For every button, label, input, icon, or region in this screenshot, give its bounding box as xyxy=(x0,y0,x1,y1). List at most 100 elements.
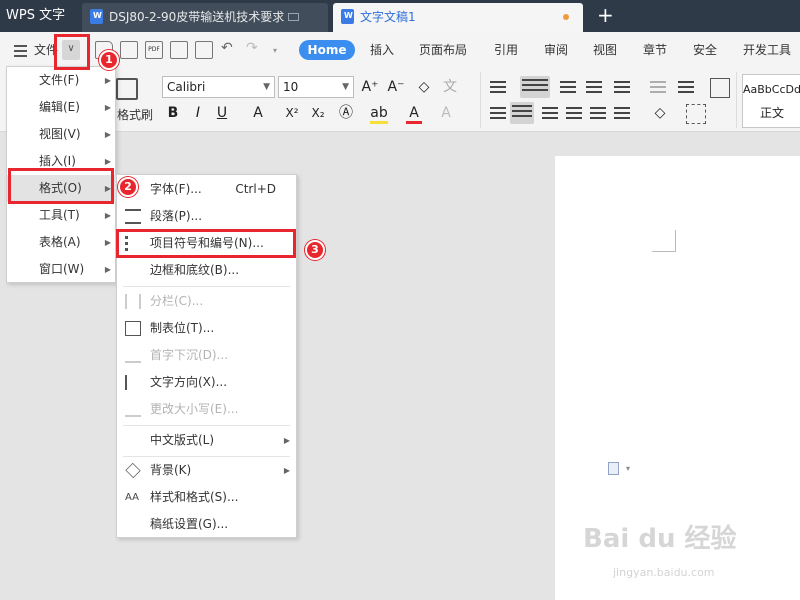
menu-item-text-direction[interactable]: 文字方向(X)... xyxy=(117,369,296,396)
tab-home[interactable]: Home xyxy=(299,40,355,60)
bold-button[interactable]: B xyxy=(165,102,181,124)
submenu-arrow-icon: ▶ xyxy=(104,211,111,220)
table-borders-button[interactable] xyxy=(686,104,706,124)
shading-fill-icon[interactable]: ◇ xyxy=(650,102,670,124)
margin-corner-mark xyxy=(652,230,676,252)
style-normal-preview[interactable]: AaBbCcDd 正文 xyxy=(742,74,800,128)
format-painter-icon[interactable] xyxy=(116,78,138,100)
tab-view[interactable]: 视图 xyxy=(593,32,617,68)
tab-insert[interactable]: 插入 xyxy=(370,32,394,68)
format-painter-label[interactable]: 格式刷 xyxy=(117,106,153,123)
font-name-select[interactable]: Calibri ▼ xyxy=(162,76,275,98)
sort-button[interactable] xyxy=(648,78,668,98)
clear-format-icon[interactable]: ◇ xyxy=(414,76,434,98)
tab-page-layout[interactable]: 页面布局 xyxy=(419,32,467,68)
menu-item-columns[interactable]: 分栏(C)... xyxy=(117,288,296,315)
menu-separator xyxy=(123,425,290,426)
menu-item-label: 表格(A) xyxy=(39,235,81,249)
chevron-down-icon[interactable]: ▾ xyxy=(626,464,630,473)
menu-item-view[interactable]: 视图(V) ▶ xyxy=(7,121,117,148)
justify-button[interactable] xyxy=(564,104,584,124)
menu-item-table[interactable]: 表格(A) ▶ xyxy=(7,229,117,256)
italic-button[interactable]: I xyxy=(190,102,206,124)
menu-item-change-case[interactable]: 更改大小写(E)... xyxy=(117,396,296,423)
monitor-icon xyxy=(288,13,300,21)
quick-access-dropdown-icon[interactable]: ▾ xyxy=(273,46,277,55)
new-tab-button[interactable]: + xyxy=(597,3,614,27)
font-size-select[interactable]: 10 ▼ xyxy=(278,76,354,98)
decrease-indent-button[interactable] xyxy=(558,78,578,98)
align-left-button[interactable] xyxy=(488,104,508,124)
menu-item-label: 视图(V) xyxy=(39,127,81,141)
subscript-button[interactable]: X₂ xyxy=(307,102,329,124)
menu-item-label: 中文版式(L) xyxy=(150,433,215,447)
document-options-icon[interactable] xyxy=(608,462,619,475)
tab-review[interactable]: 审阅 xyxy=(544,32,568,68)
style-sample-text: AaBbCcDd xyxy=(743,83,800,96)
tab-document-1[interactable]: DSJ80-2-90皮带输送机技术要求 xyxy=(82,1,328,32)
text-effect-button[interactable]: Ⓐ xyxy=(338,102,354,124)
submenu-arrow-icon: ▶ xyxy=(283,466,290,475)
menu-item-styles[interactable]: AA 样式和格式(S)... xyxy=(117,484,296,511)
menu-item-paragraph[interactable]: 段落(P)... xyxy=(117,203,296,230)
print-icon[interactable] xyxy=(170,41,188,59)
menu-item-chinese-layout[interactable]: 中文版式(L) ▶ xyxy=(117,427,296,454)
undo-icon[interactable]: ↶ xyxy=(221,40,233,56)
numbering-button[interactable] xyxy=(520,76,550,98)
font-color-button[interactable]: A xyxy=(406,102,422,124)
menu-item-file[interactable]: 文件(F) ▶ xyxy=(7,67,117,94)
tab-document-2[interactable]: 文字文稿1 xyxy=(333,1,583,32)
distribute-button[interactable] xyxy=(588,104,608,124)
menu-item-drop-cap[interactable]: 首字下沉(D)... xyxy=(117,342,296,369)
menu-item-label: 字体(F)... xyxy=(150,182,202,196)
menu-item-label: 稿纸设置(G)... xyxy=(150,517,229,531)
char-shading-button[interactable]: A xyxy=(438,102,454,124)
menu-item-label: 背景(K) xyxy=(150,463,192,477)
submenu-arrow-icon: ▶ xyxy=(104,103,111,112)
title-tab-bar: WPS 文字 DSJ80-2-90皮带输送机技术要求 文字文稿1 + xyxy=(0,0,800,32)
save-icon[interactable] xyxy=(120,41,138,59)
menu-item-tools[interactable]: 工具(T) ▶ xyxy=(7,202,117,229)
menu-item-borders-shading[interactable]: 边框和底纹(B)... xyxy=(117,257,296,284)
menu-item-font[interactable]: 字体(F)... Ctrl+D xyxy=(117,176,296,203)
styles-icon: AA xyxy=(125,492,139,503)
paragraph-spacing-button[interactable] xyxy=(676,78,696,98)
strikethrough-button[interactable]: A xyxy=(250,102,266,124)
underline-button[interactable]: U xyxy=(214,102,230,124)
ribbon-divider xyxy=(736,72,737,128)
font-name-value: Calibri xyxy=(167,80,206,94)
tab-references[interactable]: 引用 xyxy=(494,32,518,68)
text-align-button[interactable] xyxy=(612,104,632,124)
tab-developer[interactable]: 开发工具 xyxy=(743,32,791,68)
align-right-button[interactable] xyxy=(540,104,560,124)
grow-font-button[interactable]: A⁺ xyxy=(360,76,380,98)
pinyin-guide-icon[interactable]: 文 xyxy=(438,76,462,98)
increase-indent-button[interactable] xyxy=(584,78,604,98)
menu-separator xyxy=(123,286,290,287)
align-center-button[interactable] xyxy=(510,102,534,124)
menu-item-tab-stops[interactable]: 制表位(T)... xyxy=(117,315,296,342)
menu-item-label: 更改大小写(E)... xyxy=(150,402,239,416)
highlight-button[interactable]: ab xyxy=(370,102,388,124)
app-name[interactable]: WPS 文字 xyxy=(0,0,80,32)
print-preview-icon[interactable] xyxy=(195,41,213,59)
bullets-button[interactable] xyxy=(488,78,508,98)
line-spacing-button[interactable] xyxy=(612,78,632,98)
superscript-button[interactable]: X² xyxy=(281,102,303,124)
menu-item-background[interactable]: 背景(K) ▶ xyxy=(117,457,296,484)
shrink-font-button[interactable]: A⁻ xyxy=(386,76,406,98)
tab-security[interactable]: 安全 xyxy=(693,32,717,68)
menu-item-edit[interactable]: 编辑(E) ▶ xyxy=(7,94,117,121)
hamburger-icon[interactable] xyxy=(14,45,27,57)
ribbon-toolbar: 格式刷 Calibri ▼ 10 ▼ A⁺ A⁻ ◇ 文 B I U A X² X₂… xyxy=(0,68,800,132)
export-pdf-icon[interactable]: PDF xyxy=(145,41,163,59)
menu-item-window[interactable]: 窗口(W) ▶ xyxy=(7,256,117,283)
borders-button[interactable] xyxy=(710,78,730,98)
tab-chapter[interactable]: 章节 xyxy=(643,32,667,68)
watermark-logo: Bai du 经验 xyxy=(583,524,737,554)
ribbon-divider xyxy=(480,72,481,128)
menu-item-label: 样式和格式(S)... xyxy=(150,490,239,504)
menu-item-manuscript[interactable]: 稿纸设置(G)... xyxy=(117,511,296,538)
menu-item-label: 工具(T) xyxy=(39,208,80,222)
redo-icon[interactable]: ↷ xyxy=(246,40,258,56)
